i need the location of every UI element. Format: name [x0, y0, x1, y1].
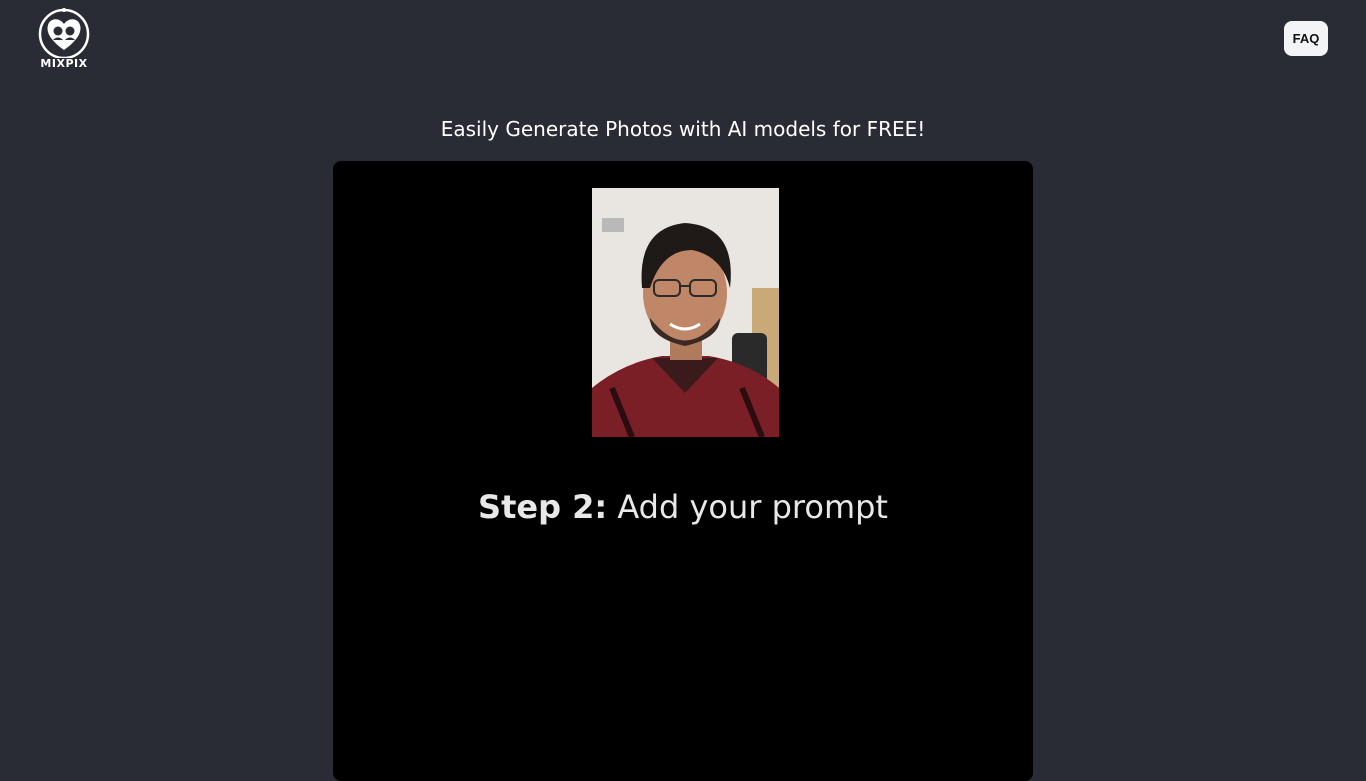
page-headline: Easily Generate Photos with AI models fo…: [440, 117, 926, 141]
faq-button[interactable]: FAQ: [1284, 21, 1328, 56]
heart-faces-logo-icon: [38, 8, 90, 58]
step-description: Add your prompt: [607, 488, 888, 526]
logo-text: MIXPIX: [40, 57, 88, 70]
demo-video[interactable]: Step 2: Add your prompt: [333, 161, 1033, 781]
site-header: MIXPIX FAQ: [0, 0, 1366, 80]
sample-portrait-photo: [592, 188, 779, 437]
step-number-label: Step 2:: [478, 488, 608, 526]
step-caption: Step 2: Add your prompt: [333, 488, 1033, 526]
site-logo[interactable]: MIXPIX: [36, 6, 92, 72]
